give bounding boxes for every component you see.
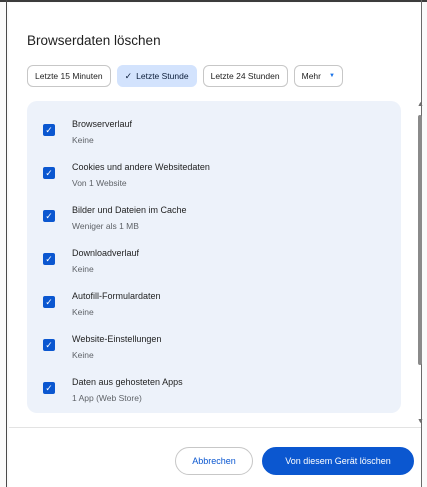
chip-label: Letzte 24 Stunden <box>210 71 280 81</box>
check-icon: ✓ <box>45 340 53 350</box>
list-item-cookies[interactable]: ✓ Cookies und andere Websitedaten Von 1 … <box>27 150 401 190</box>
time-range-chips: Letzte 15 Minuten ✓ Letzte Stunde Letzte… <box>27 65 343 87</box>
item-subtitle: Keine <box>72 135 94 145</box>
delete-from-device-button[interactable]: Von diesem Gerät löschen <box>262 447 414 475</box>
clear-browsing-data-dialog: Browserdaten löschen Letzte 15 Minuten ✓… <box>9 3 424 487</box>
list-item-download-history[interactable]: ✓ Downloadverlauf Keine <box>27 236 401 276</box>
chip-more-dropdown[interactable]: Mehr ▼ <box>293 65 343 87</box>
item-title: Cookies und andere Websitedaten <box>72 162 210 172</box>
item-title: Website-Einstellungen <box>72 334 162 344</box>
item-title: Daten aus gehosteten Apps <box>72 377 183 387</box>
footer-divider <box>9 427 421 428</box>
item-title: Downloadverlauf <box>72 248 140 258</box>
chip-label: Letzte 15 Minuten <box>35 71 103 81</box>
check-icon: ✓ <box>45 383 53 393</box>
checkbox[interactable]: ✓ <box>43 382 55 394</box>
item-title: Browserverlauf <box>72 119 133 129</box>
window-frame: Browserdaten löschen Letzte 15 Minuten ✓… <box>0 0 427 487</box>
chip-label: Mehr <box>301 71 321 81</box>
item-subtitle: Weniger als 1 MB <box>72 221 139 231</box>
chip-last-24-hours[interactable]: Letzte 24 Stunden <box>202 65 288 87</box>
check-icon: ✓ <box>124 71 133 81</box>
check-icon: ✓ <box>45 211 53 221</box>
dialog-title: Browserdaten löschen <box>27 33 161 48</box>
item-subtitle: Keine <box>72 350 94 360</box>
top-border <box>0 0 427 2</box>
checkbox[interactable]: ✓ <box>43 253 55 265</box>
checkbox[interactable]: ✓ <box>43 167 55 179</box>
item-subtitle: Keine <box>72 264 94 274</box>
list-item-hosted-app-data[interactable]: ✓ Daten aus gehosteten Apps 1 App (Web S… <box>27 365 401 405</box>
scrollbar[interactable]: ▲ ▼ <box>416 101 424 431</box>
checkbox[interactable]: ✓ <box>43 296 55 308</box>
item-subtitle: Von 1 Website <box>72 178 127 188</box>
scroll-up-icon[interactable]: ▲ <box>417 101 424 108</box>
chevron-down-icon: ▼ <box>328 73 335 79</box>
checkbox[interactable]: ✓ <box>43 124 55 136</box>
scrollbar-thumb[interactable] <box>418 115 422 365</box>
chip-last-hour[interactable]: ✓ Letzte Stunde <box>116 65 197 87</box>
left-border <box>6 0 7 487</box>
list-item-browsing-history[interactable]: ✓ Browserverlauf Keine <box>27 107 401 147</box>
chip-last-15-minutes[interactable]: Letzte 15 Minuten <box>27 65 111 87</box>
list-item-autofill[interactable]: ✓ Autofill-Formulardaten Keine <box>27 279 401 319</box>
scroll-down-icon[interactable]: ▼ <box>417 418 424 425</box>
item-title: Bilder und Dateien im Cache <box>72 205 187 215</box>
item-subtitle: Keine <box>72 307 94 317</box>
list-item-cache[interactable]: ✓ Bilder und Dateien im Cache Weniger al… <box>27 193 401 233</box>
data-type-list: ✓ Browserverlauf Keine ✓ Cookies und and… <box>27 101 401 413</box>
checkbox[interactable]: ✓ <box>43 339 55 351</box>
list-item-site-settings[interactable]: ✓ Website-Einstellungen Keine <box>27 322 401 362</box>
checkbox[interactable]: ✓ <box>43 210 55 222</box>
check-icon: ✓ <box>45 168 53 178</box>
check-icon: ✓ <box>45 254 53 264</box>
cancel-button[interactable]: Abbrechen <box>175 447 253 475</box>
check-icon: ✓ <box>45 297 53 307</box>
item-subtitle: 1 App (Web Store) <box>72 393 142 403</box>
chip-label: Letzte Stunde <box>136 71 189 81</box>
check-icon: ✓ <box>45 125 53 135</box>
item-title: Autofill-Formulardaten <box>72 291 161 301</box>
